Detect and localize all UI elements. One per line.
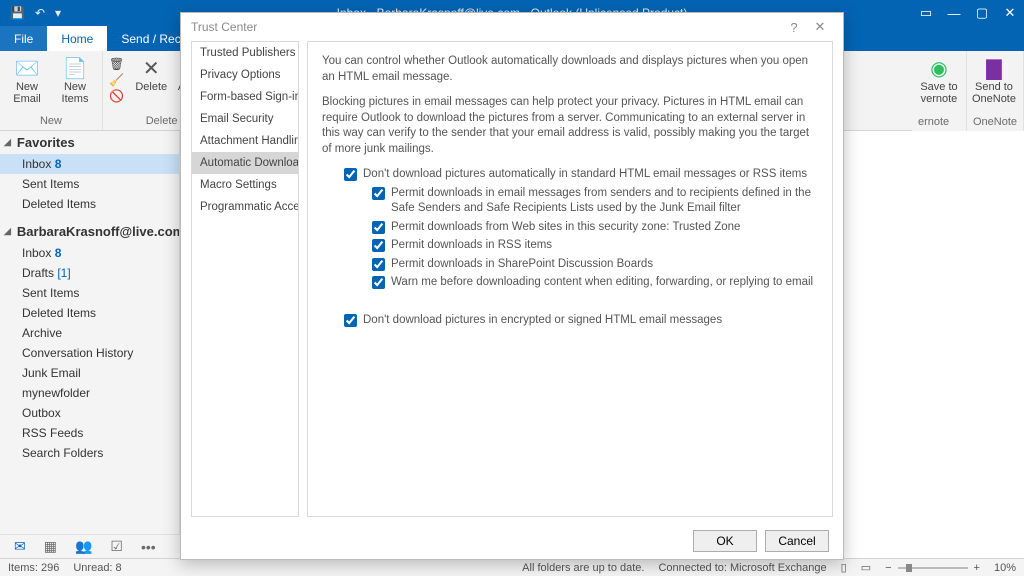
peek-tasks-icon[interactable]: ☑ (110, 538, 123, 555)
new-email-button[interactable]: ✉️ New Email (6, 53, 48, 105)
zoom-in-icon[interactable]: + (974, 562, 980, 574)
cancel-button[interactable]: Cancel (765, 530, 829, 552)
new-items-icon: 📄 (61, 55, 89, 81)
mail-icon: ✉️ (13, 55, 41, 81)
dialog-side-item[interactable]: Programmatic Access (192, 196, 298, 218)
cleanup-icon[interactable]: 🧹 (109, 73, 124, 87)
ok-button[interactable]: OK (693, 530, 757, 552)
minimize-icon[interactable]: — (940, 0, 968, 26)
chk-sub-option[interactable]: Permit downloads in RSS items (372, 238, 818, 254)
view-reading-icon[interactable]: ▭ (861, 561, 871, 574)
chk-sub-option[interactable]: Permit downloads from Web sites in this … (372, 220, 818, 236)
view-normal-icon[interactable]: ▯ (841, 561, 847, 574)
dialog-side-item[interactable]: Trusted Publishers (192, 42, 298, 64)
peek-bar: ✉ ▦ 👥 ☑ ••• (0, 534, 180, 558)
checkbox[interactable] (372, 258, 385, 271)
checkbox[interactable] (344, 314, 357, 327)
caret-down-icon: ◢ (4, 137, 11, 148)
save-to-evernote-button[interactable]: ◉ Save to vernote (918, 53, 960, 105)
folder-item[interactable]: Conversation History (0, 343, 179, 363)
maximize-icon[interactable]: ▢ (968, 0, 996, 26)
intro-text: You can control whether Outlook automati… (322, 54, 818, 85)
checkbox[interactable] (372, 187, 385, 200)
checkbox[interactable] (372, 221, 385, 234)
ribbon-right-fragment: ◉ Save to vernote ernote ▇ Send to OneNo… (912, 51, 1024, 131)
folder-item[interactable]: Inbox 8 (0, 243, 179, 263)
junk-icon[interactable]: 🚫 (109, 89, 124, 103)
caret-down-icon: ◢ (4, 226, 11, 237)
zoom-track[interactable] (898, 567, 968, 569)
ignore-icon[interactable]: 🗑 (109, 57, 124, 71)
zoom-out-icon[interactable]: − (885, 562, 891, 574)
peek-mail-icon[interactable]: ✉ (14, 538, 26, 555)
peek-calendar-icon[interactable]: ▦ (44, 538, 57, 555)
dialog-footer: OK Cancel (181, 523, 843, 559)
ribbon-display-icon[interactable]: ▭ (912, 0, 940, 26)
delete-icon: ✕ (137, 55, 165, 81)
folder-item[interactable]: Search Folders (0, 443, 179, 463)
status-bar: Items: 296 Unread: 8 All folders are up … (0, 558, 1024, 576)
folder-item[interactable]: Drafts [1] (0, 263, 179, 283)
dialog-sidebar: Trusted PublishersPrivacy OptionsForm-ba… (191, 41, 299, 517)
zoom-slider[interactable]: − + (885, 562, 980, 574)
delete-button[interactable]: ✕ Delete (130, 53, 172, 93)
folder-item[interactable]: Junk Email (0, 363, 179, 383)
chk-dont-download-html[interactable]: Don't download pictures automatically in… (344, 167, 818, 183)
chk-sub-option[interactable]: Warn me before downloading content when … (372, 275, 818, 291)
status-connected: Connected to: Microsoft Exchange (658, 562, 826, 574)
tab-home[interactable]: Home (47, 26, 107, 51)
dialog-content: You can control whether Outlook automati… (307, 41, 833, 517)
dialog-side-item[interactable]: Privacy Options (192, 64, 298, 86)
dialog-side-item[interactable]: Email Security (192, 108, 298, 130)
folder-item[interactable]: Deleted Items (0, 303, 179, 323)
onenote-icon: ▇ (980, 55, 1008, 81)
status-unread: Unread: 8 (73, 562, 121, 574)
group-label-new: New (6, 115, 96, 129)
dialog-side-item[interactable]: Attachment Handling (192, 130, 298, 152)
folder-item[interactable]: Inbox 8 (0, 154, 179, 174)
send-to-onenote-button[interactable]: ▇ Send to OneNote (973, 53, 1015, 105)
dialog-side-item[interactable]: Form-based Sign-in (192, 86, 298, 108)
dialog-title: Trust Center (191, 20, 257, 34)
folder-item[interactable]: Sent Items (0, 174, 179, 194)
status-items: Items: 296 (8, 562, 59, 574)
dialog-titlebar: Trust Center ? ✕ (181, 13, 843, 41)
folder-item[interactable]: Outbox (0, 403, 179, 423)
dialog-side-item[interactable]: Macro Settings (192, 174, 298, 196)
evernote-icon: ◉ (925, 55, 953, 81)
blurb-text: Blocking pictures in email messages can … (322, 95, 818, 157)
tab-file[interactable]: File (0, 26, 47, 51)
peek-more-icon[interactable]: ••• (141, 539, 156, 555)
checkbox[interactable] (372, 239, 385, 252)
chk-sub-option[interactable]: Permit downloads in SharePoint Discussio… (372, 257, 818, 273)
trust-center-dialog: Trust Center ? ✕ Trusted PublishersPriva… (180, 12, 844, 560)
folder-item[interactable]: RSS Feeds (0, 423, 179, 443)
folder-item[interactable]: Archive (0, 323, 179, 343)
checkbox[interactable] (344, 168, 357, 181)
peek-people-icon[interactable]: 👥 (75, 538, 92, 555)
folder-pane: ◢ Favorites Inbox 8Sent ItemsDeleted Ite… (0, 131, 180, 534)
chk-dont-download-encrypted[interactable]: Don't download pictures in encrypted or … (344, 313, 818, 329)
favorites-header[interactable]: ◢ Favorites (0, 131, 179, 154)
dialog-help-icon[interactable]: ? (781, 20, 807, 35)
account-header[interactable]: ◢ BarbaraKrasnoff@live.com (0, 220, 179, 243)
dialog-close-icon[interactable]: ✕ (807, 19, 833, 35)
qat-undo-icon[interactable]: ↶ (35, 6, 45, 20)
qat-customize-icon[interactable]: ▾ (55, 6, 61, 20)
qat-save-icon[interactable]: 💾 (10, 6, 25, 20)
chk-sub-option[interactable]: Permit downloads in email messages from … (372, 186, 818, 217)
zoom-percent: 10% (994, 562, 1016, 574)
new-items-button[interactable]: 📄 New Items (54, 53, 96, 105)
folder-item[interactable]: Deleted Items (0, 194, 179, 214)
checkbox[interactable] (372, 276, 385, 289)
close-icon[interactable]: ✕ (996, 0, 1024, 26)
status-uptodate: All folders are up to date. (522, 562, 644, 574)
folder-item[interactable]: mynewfolder (0, 383, 179, 403)
folder-item[interactable]: Sent Items (0, 283, 179, 303)
dialog-side-item[interactable]: Automatic Download (192, 152, 298, 174)
